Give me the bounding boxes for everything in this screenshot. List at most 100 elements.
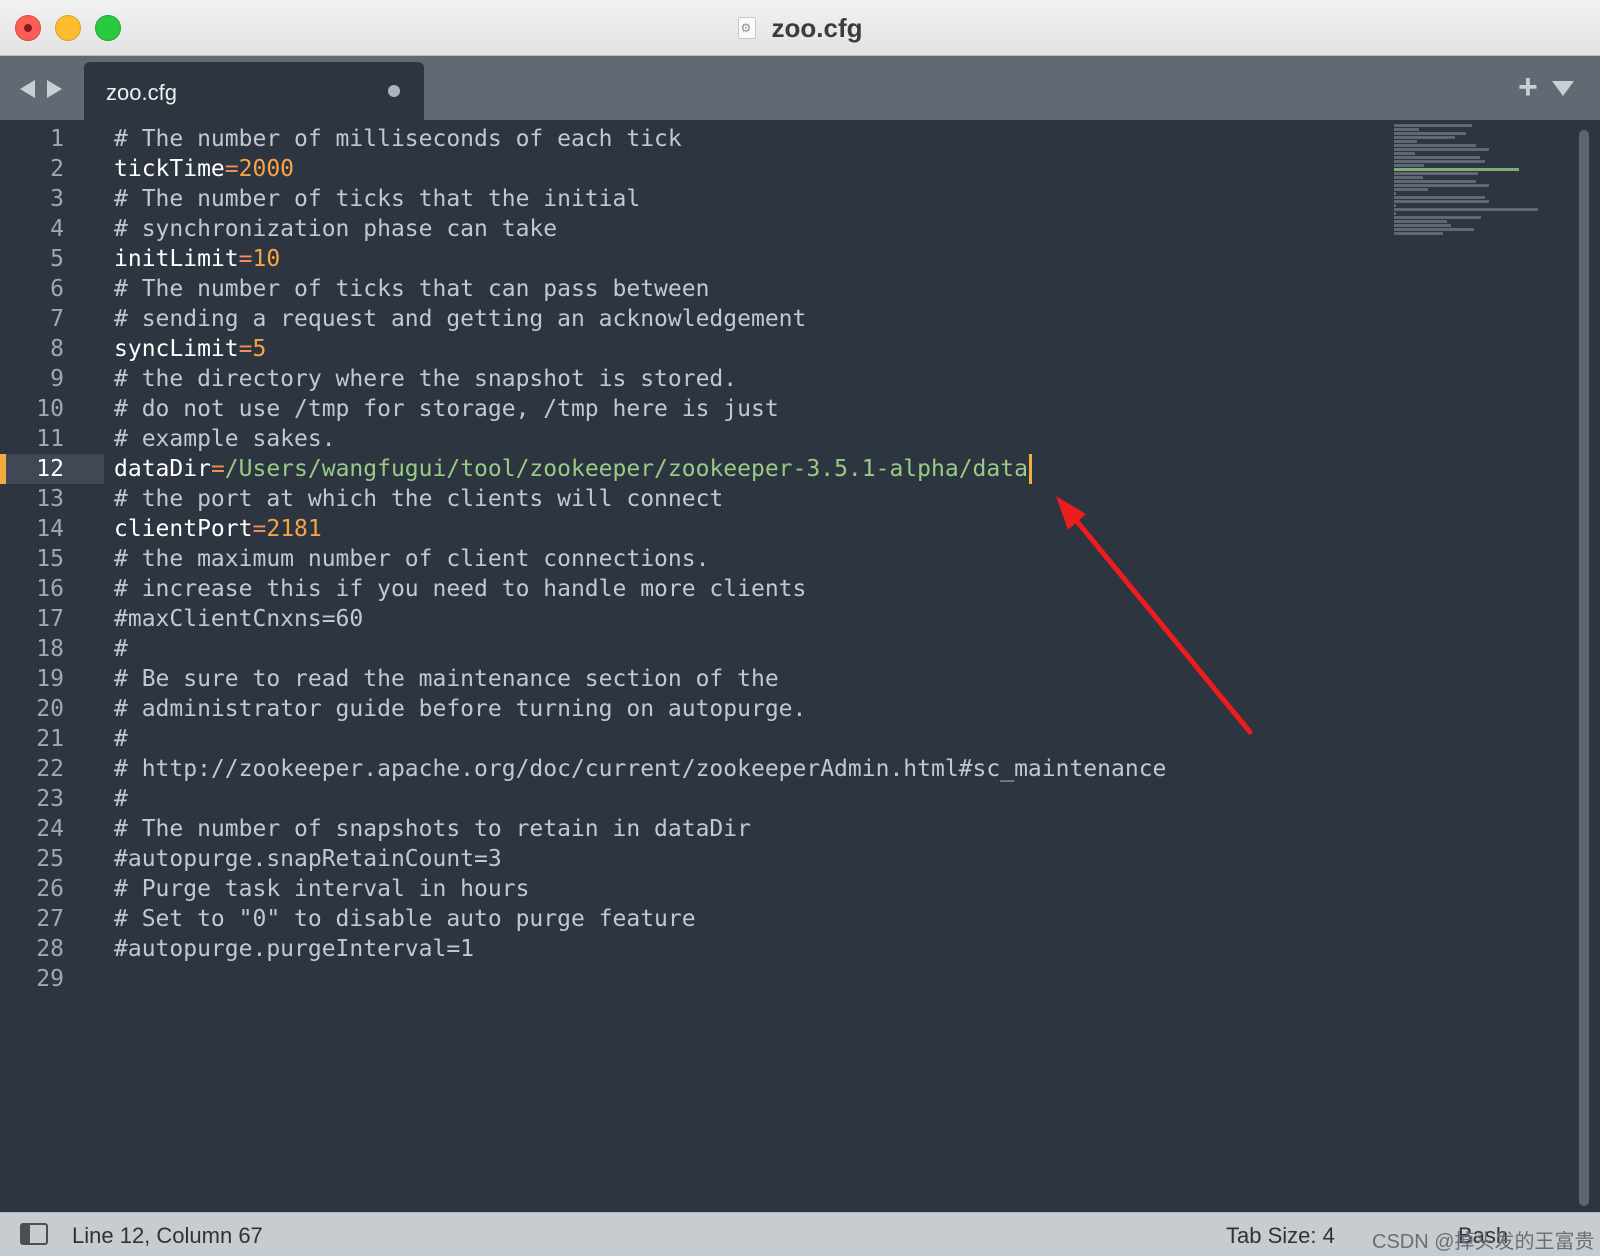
code-line[interactable]: # <box>114 634 1166 664</box>
code-line[interactable]: initLimit=10 <box>114 244 1166 274</box>
code-line[interactable]: # example sakes. <box>114 424 1166 454</box>
code-line[interactable]: #autopurge.snapRetainCount=3 <box>114 844 1166 874</box>
minimap-line <box>1394 192 1396 195</box>
code-line[interactable]: # Set to "0" to disable auto purge featu… <box>114 904 1166 934</box>
code-line[interactable]: # The number of milliseconds of each tic… <box>114 124 1166 154</box>
unsaved-dot-icon[interactable] <box>388 85 400 97</box>
code-token: 5 <box>252 336 267 362</box>
line-number-gutter: 1 2 3 4 5 6 7 8 9 10 11 12 13 14 15 16 17 18 19 20 21 22 23 24 2… <box>0 124 64 994</box>
tab-label: zoo.cfg <box>106 80 177 105</box>
minimap-line <box>1394 216 1482 219</box>
code-line[interactable]: # the maximum number of client connectio… <box>114 544 1166 574</box>
plus-icon[interactable]: + <box>1518 70 1538 104</box>
code-line[interactable]: # increase this if you need to handle mo… <box>114 574 1166 604</box>
code-token: 10 <box>252 246 281 272</box>
line-number: 26 <box>36 876 64 902</box>
line-number: 2 <box>50 156 64 182</box>
minimap-line <box>1394 204 1396 207</box>
code-token: # http://zookeeper.apache.org/doc/curren… <box>114 756 1167 782</box>
code-line[interactable]: # http://zookeeper.apache.org/doc/curren… <box>114 754 1166 784</box>
back-arrow-icon[interactable] <box>20 80 35 98</box>
code-token: # the port at which the clients will con… <box>114 486 724 512</box>
code-line[interactable]: clientPort=2181 <box>114 514 1166 544</box>
code-token: # Set to "0" to disable auto purge featu… <box>114 906 696 932</box>
minimap-line <box>1394 208 1539 211</box>
forward-arrow-icon[interactable] <box>47 80 62 98</box>
line-number: 21 <box>36 726 64 752</box>
code-line[interactable]: # sending a request and getting an ackno… <box>114 304 1166 334</box>
minimap-line <box>1394 144 1476 147</box>
tab-size-setting[interactable]: Tab Size: 4 <box>1226 1223 1335 1249</box>
minimap-line <box>1394 160 1486 163</box>
code-token: = <box>238 246 253 272</box>
minimap-line <box>1394 212 1396 215</box>
minimap-line <box>1394 232 1444 235</box>
scrollbar-thumb[interactable] <box>1579 130 1589 1206</box>
minimap-line <box>1394 156 1480 159</box>
minimap[interactable] <box>1394 124 1544 240</box>
code-line[interactable]: # the port at which the clients will con… <box>114 484 1166 514</box>
code-token: #maxClientCnxns=60 <box>114 606 364 632</box>
line-number: 17 <box>36 606 64 632</box>
code-line[interactable]: syncLimit=5 <box>114 334 1166 364</box>
code-line[interactable]: dataDir=/Users/wangfugui/tool/zookeeper/… <box>114 454 1166 484</box>
line-number: 25 <box>36 846 64 872</box>
text-cursor <box>1028 454 1032 484</box>
code-text-area[interactable]: # The number of milliseconds of each tic… <box>114 124 1166 994</box>
line-number: 8 <box>50 336 64 362</box>
minimap-line <box>1394 200 1489 203</box>
minimap-line <box>1394 148 1489 151</box>
code-token: = <box>210 456 225 482</box>
line-number: 22 <box>36 756 64 782</box>
code-line[interactable]: # synchronization phase can take <box>114 214 1166 244</box>
minimap-line <box>1394 196 1486 199</box>
vertical-scrollbar[interactable] <box>1576 130 1592 1210</box>
minimap-line <box>1394 224 1451 227</box>
cursor-position[interactable]: Line 12, Column 67 <box>72 1223 263 1249</box>
code-token: 2000 <box>238 156 295 182</box>
code-line[interactable]: # The number of ticks that can pass betw… <box>114 274 1166 304</box>
minimap-line <box>1394 220 1448 223</box>
line-number: 13 <box>36 486 64 512</box>
line-number: 18 <box>36 636 64 662</box>
tab-menu-icon[interactable] <box>1552 81 1574 96</box>
minimap-line <box>1394 140 1417 143</box>
code-line[interactable]: # do not use /tmp for storage, /tmp here… <box>114 394 1166 424</box>
line-number: 28 <box>36 936 64 962</box>
sidebar-toggle-icon[interactable] <box>20 1223 48 1245</box>
code-line[interactable]: tickTime=2000 <box>114 154 1166 184</box>
code-line[interactable]: # Be sure to read the maintenance sectio… <box>114 664 1166 694</box>
line-number: 24 <box>36 816 64 842</box>
line-number: 10 <box>36 396 64 422</box>
code-token: # <box>114 636 128 662</box>
code-token: # The number of ticks that the initial <box>114 186 641 212</box>
code-editor[interactable]: 1 2 3 4 5 6 7 8 9 10 11 12 13 14 15 16 17 18 19 20 21 22 23 24 2… <box>0 120 1600 1212</box>
title-bar: ⚙ zoo.cfg <box>0 0 1600 56</box>
code-line[interactable]: # The number of snapshots to retain in d… <box>114 814 1166 844</box>
tab-bar: zoo.cfg + <box>0 56 1600 120</box>
code-line[interactable]: #autopurge.purgeInterval=1 <box>114 934 1166 964</box>
window-title: zoo.cfg <box>771 12 863 43</box>
line-number: 29 <box>36 966 64 992</box>
code-token: # administrator guide before turning on … <box>114 696 807 722</box>
editor-window: ⚙ zoo.cfg zoo.cfg + 1 2 3 4 5 6 7 8 9 10 11 12 13 14 1… <box>0 0 1600 1256</box>
code-line[interactable]: # Purge task interval in hours <box>114 874 1166 904</box>
code-line[interactable]: #maxClientCnxns=60 <box>114 604 1166 634</box>
code-line[interactable]: # the directory where the snapshot is st… <box>114 364 1166 394</box>
line-number: 15 <box>36 546 64 572</box>
code-token: tickTime <box>114 156 225 182</box>
minimap-line <box>1394 180 1476 183</box>
code-line[interactable]: # The number of ticks that the initial <box>114 184 1166 214</box>
tab-zoo-cfg[interactable]: zoo.cfg <box>84 62 424 120</box>
minimap-line <box>1394 128 1419 131</box>
line-number: 16 <box>36 576 64 602</box>
code-line[interactable]: # <box>114 724 1166 754</box>
code-token: syncLimit <box>114 336 239 362</box>
code-line[interactable]: # <box>114 784 1166 814</box>
minimap-line <box>1394 152 1415 155</box>
line-number: 4 <box>50 216 64 242</box>
code-token: # sending a request and getting an ackno… <box>114 306 807 332</box>
code-line[interactable]: # administrator guide before turning on … <box>114 694 1166 724</box>
code-token: # <box>114 726 128 752</box>
code-line[interactable] <box>114 964 1166 994</box>
